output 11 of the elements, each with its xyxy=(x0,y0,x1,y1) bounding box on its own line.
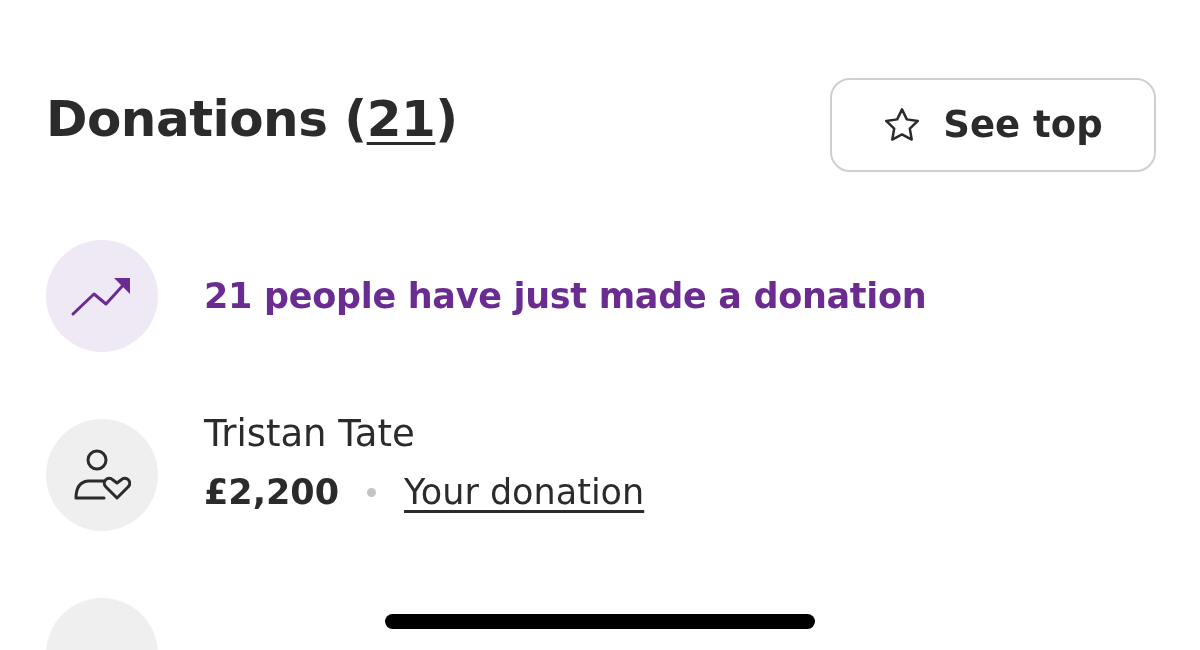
home-indicator[interactable] xyxy=(385,614,815,629)
see-top-button[interactable]: See top xyxy=(830,78,1156,172)
person-heart-icon xyxy=(73,448,131,502)
donation-amount: £2,200 xyxy=(204,471,340,514)
section-title: Donations (21) xyxy=(46,89,458,150)
recent-donations-text: 21 people have just made a donation xyxy=(204,274,927,318)
your-donation-link[interactable]: Your donation xyxy=(404,466,645,519)
donor-name: Tristan Tate xyxy=(204,413,416,456)
star-icon xyxy=(883,107,922,143)
separator-dot xyxy=(367,487,377,497)
count-link[interactable]: 21 xyxy=(366,90,436,148)
